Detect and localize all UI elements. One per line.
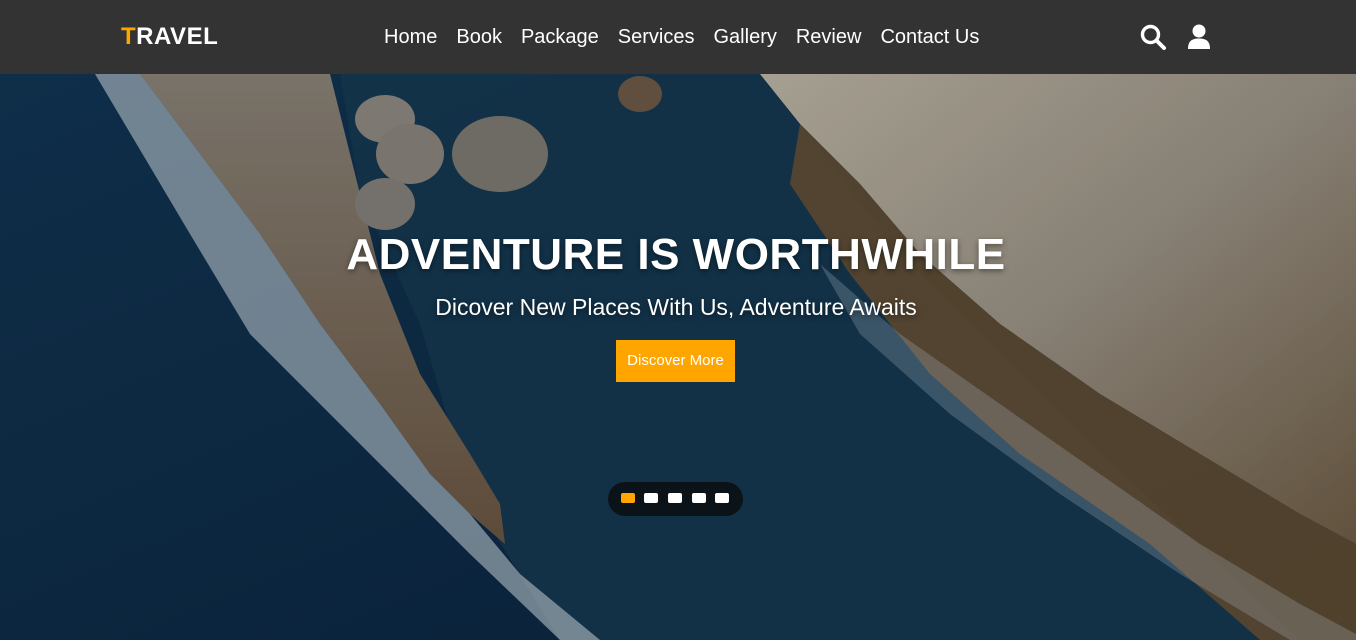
logo-text: RAVEL bbox=[136, 23, 219, 50]
nav-services[interactable]: Services bbox=[618, 24, 695, 50]
slide-dot-1[interactable] bbox=[621, 493, 635, 503]
logo-initial: T bbox=[121, 23, 137, 50]
slide-dot-5[interactable] bbox=[715, 493, 729, 503]
nav-book[interactable]: Book bbox=[456, 24, 502, 50]
hero-subtitle: Dicover New Places With Us, Adventure Aw… bbox=[435, 294, 917, 320]
discover-more-button[interactable]: Discover More bbox=[616, 340, 735, 382]
nav-home[interactable]: Home bbox=[384, 24, 437, 50]
user-icon[interactable] bbox=[1185, 22, 1215, 52]
slide-dot-3[interactable] bbox=[668, 493, 682, 503]
nav-gallery[interactable]: Gallery bbox=[714, 24, 777, 50]
hero-section: ADVENTURE IS WORTHWHILE Dicover New Plac… bbox=[0, 74, 1356, 640]
slide-dot-4[interactable] bbox=[692, 493, 706, 503]
site-header: TRAVEL Home Book Package Services Galler… bbox=[0, 0, 1356, 74]
nav-contact-us[interactable]: Contact Us bbox=[880, 24, 979, 50]
nav-review[interactable]: Review bbox=[796, 24, 862, 50]
logo[interactable]: TRAVEL bbox=[121, 22, 218, 52]
nav-package[interactable]: Package bbox=[521, 24, 599, 50]
hero-title: ADVENTURE IS WORTHWHILE bbox=[346, 230, 1006, 279]
main-nav: Home Book Package Services Gallery Revie… bbox=[384, 24, 979, 50]
search-icon[interactable] bbox=[1138, 22, 1168, 52]
slide-dot-2[interactable] bbox=[644, 493, 658, 503]
slider-pagination bbox=[608, 482, 743, 516]
